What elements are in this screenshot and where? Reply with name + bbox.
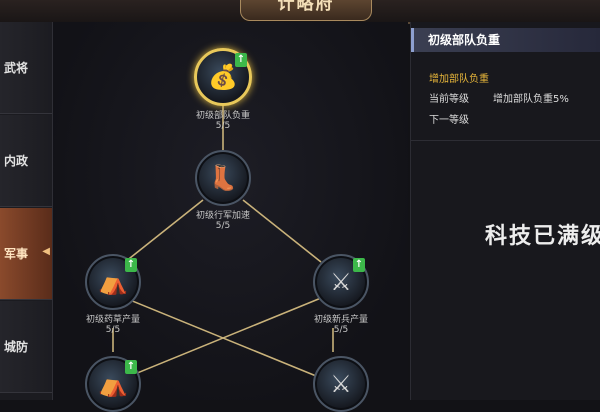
effect-title: 增加部队负重 (429, 74, 489, 85)
top-banner: 计略府 (0, 0, 600, 24)
tab-label: 城防 (4, 340, 29, 354)
tech-node-level: 5/5 (105, 325, 121, 335)
upgrade-arrow-icon: ↑ (353, 258, 365, 272)
tab-generals[interactable]: 武将 (0, 22, 52, 114)
tech-node-recruit-output-2[interactable]: ⚔ (281, 356, 401, 412)
next-level-label: 下一等级 (429, 115, 469, 126)
divider (411, 140, 600, 141)
tech-node-icon-frame: ⛺ ↑ (85, 254, 141, 310)
tech-node-icon-frame: ⚔ (313, 356, 369, 412)
tech-node-herb-output[interactable]: ⛺ ↑ 初级药草产量 5/5 (53, 254, 173, 335)
current-level-value: 增加部队负重5% (493, 94, 569, 105)
chevron-left-icon: ◀ (42, 246, 50, 257)
tech-node-icon-frame: 👢 (195, 150, 251, 206)
tech-node-name: 初级部队负重 (195, 111, 250, 121)
tech-detail-panel: 初级部队负重 增加部队负重 当前等级 增加部队负重5% 下一等级 科技已满级 (410, 22, 600, 400)
tech-node-level: 5/5 (215, 121, 231, 131)
tech-node-name: 初级行军加速 (195, 211, 250, 221)
tab-label: 内政 (4, 154, 29, 168)
tab-label: 武将 (4, 61, 29, 75)
tab-military[interactable]: 军事 ◀ (0, 208, 52, 300)
tech-tree: 💰 ↑ 初级部队负重 5/5 👢 初级行军加速 5/5 ⛺ ↑ 初级药草产量 5… (53, 22, 408, 412)
tech-node-troop-load[interactable]: 💰 ↑ 初级部队负重 5/5 (163, 48, 283, 131)
upgrade-arrow-icon: ↑ (235, 53, 247, 67)
tech-node-level: 5/5 (215, 221, 231, 231)
category-sidebar: 武将 内政 军事 ◀ 城防 (0, 22, 53, 400)
tech-node-name: 初级新兵产量 (313, 315, 368, 325)
current-level-label: 当前等级 (429, 94, 469, 105)
page-title: 计略府 (240, 0, 372, 21)
upgrade-arrow-icon: ↑ (125, 258, 137, 272)
tech-node-name: 初级药草产量 (85, 315, 140, 325)
tech-node-icon-frame: 💰 ↑ (194, 48, 252, 106)
tab-label: 军事 (4, 247, 29, 261)
tab-internal-affairs[interactable]: 内政 (0, 115, 52, 207)
max-level-status: 科技已满级 (485, 224, 600, 249)
boot-speed-icon: 👢 (208, 164, 238, 192)
next-level-row: 下一等级 (429, 111, 469, 126)
soldier-helmet-icon: ⚔ (330, 370, 352, 398)
tech-node-level: 5/5 (333, 325, 349, 335)
tech-node-march-speed[interactable]: 👢 初级行军加速 5/5 (163, 150, 283, 231)
upgrade-arrow-icon: ↑ (125, 360, 137, 374)
current-level-row: 当前等级 增加部队负重5% (429, 90, 569, 105)
tab-city-defense[interactable]: 城防 (0, 301, 52, 393)
tech-node-recruit-output[interactable]: ⚔ ↑ 初级新兵产量 5/5 (281, 254, 401, 335)
tech-node-icon-frame: ⛺ ↑ (85, 356, 141, 412)
tech-node-icon-frame: ⚔ ↑ (313, 254, 369, 310)
tech-node-herb-output-2[interactable]: ⛺ ↑ (53, 356, 173, 412)
detail-title: 初级部队负重 (411, 28, 600, 52)
